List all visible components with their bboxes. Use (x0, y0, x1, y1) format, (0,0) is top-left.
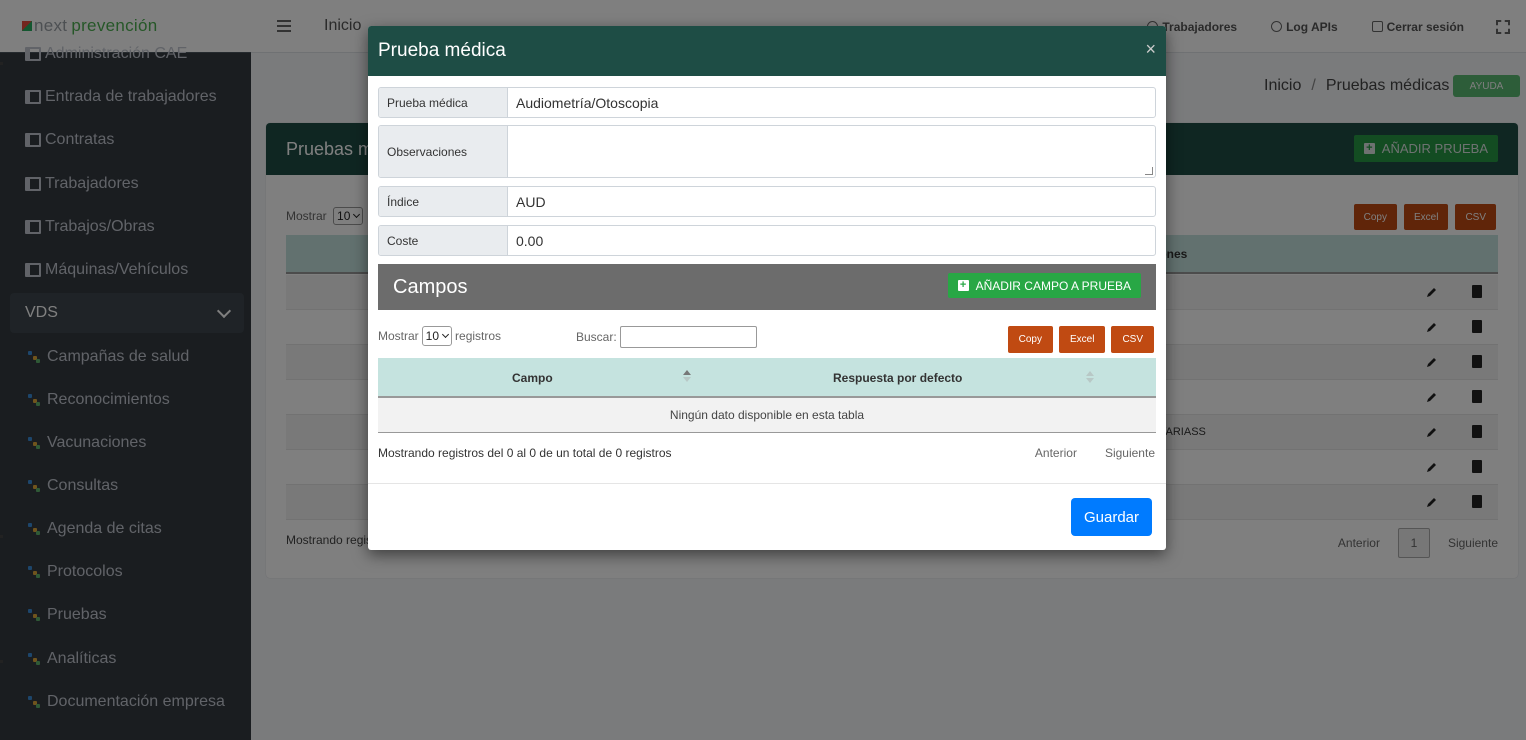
field-label: Índice (379, 187, 508, 216)
cost-input[interactable]: 0.00 (508, 226, 1155, 255)
field-label: Prueba médica (379, 88, 508, 117)
edge-marker (0, 660, 3, 663)
sort-icon (1086, 371, 1094, 383)
fields-section-title: Campos (393, 275, 468, 298)
search-input[interactable] (619, 326, 757, 348)
field-coste: Coste 0.00 (378, 225, 1156, 256)
table-info: Mostrando registros del 0 al 0 de un tot… (378, 446, 672, 460)
next-button[interactable]: Siguiente (1105, 446, 1155, 460)
length-select[interactable]: 10 (421, 326, 453, 346)
modal-title: Prueba médica (378, 40, 506, 61)
fields-table-header: Campo Respuesta por defecto (378, 358, 1156, 398)
field-label: Observaciones (379, 126, 508, 177)
col-campo[interactable]: Campo (512, 371, 553, 385)
sort-icon (683, 370, 691, 382)
length-control: Mostrar 10 registros (378, 326, 501, 346)
search-control: Buscar: (576, 326, 757, 348)
fields-section-header: Campos + AÑADIR CAMPO A PRUEBA (378, 264, 1156, 310)
test-modal: Prueba médica × Prueba médica Audiometrí… (368, 26, 1166, 550)
close-icon[interactable]: × (1145, 40, 1156, 58)
pagination: Anterior Siguiente (1035, 446, 1155, 460)
empty-table-message: Ningún dato disponible en esta tabla (378, 398, 1156, 433)
csv-button[interactable]: CSV (1111, 326, 1154, 353)
export-buttons: Copy Excel CSV (1007, 326, 1154, 353)
index-input[interactable]: AUD (508, 187, 1155, 216)
records-label: registros (455, 329, 502, 343)
add-field-label: AÑADIR CAMPO A PRUEBA (975, 278, 1131, 293)
field-indice: Índice AUD (378, 186, 1156, 217)
modal-header: Prueba médica × (368, 26, 1166, 76)
modal-footer-divider (368, 483, 1166, 484)
search-label: Buscar: (576, 330, 617, 344)
field-prueba-medica: Prueba médica Audiometría/Otoscopia (378, 87, 1156, 118)
observations-textarea[interactable] (508, 126, 1155, 177)
test-name-input[interactable]: Audiometría/Otoscopia (508, 88, 1155, 117)
length-value: 10 (425, 329, 440, 343)
col-respuesta[interactable]: Respuesta por defecto (833, 371, 962, 385)
add-field-button[interactable]: + AÑADIR CAMPO A PRUEBA (947, 273, 1141, 298)
field-label: Coste (379, 226, 508, 255)
excel-button[interactable]: Excel (1058, 326, 1106, 353)
chevron-down-icon (441, 330, 450, 339)
plus-icon: + (957, 280, 969, 291)
field-observaciones: Observaciones (378, 125, 1156, 178)
show-label: Mostrar (378, 329, 419, 343)
resize-handle-icon[interactable] (1145, 167, 1153, 175)
prev-button[interactable]: Anterior (1035, 446, 1077, 460)
edge-marker (0, 62, 3, 65)
save-button[interactable]: Guardar (1071, 498, 1152, 536)
edge-marker (0, 535, 3, 538)
copy-button[interactable]: Copy (1007, 326, 1053, 353)
